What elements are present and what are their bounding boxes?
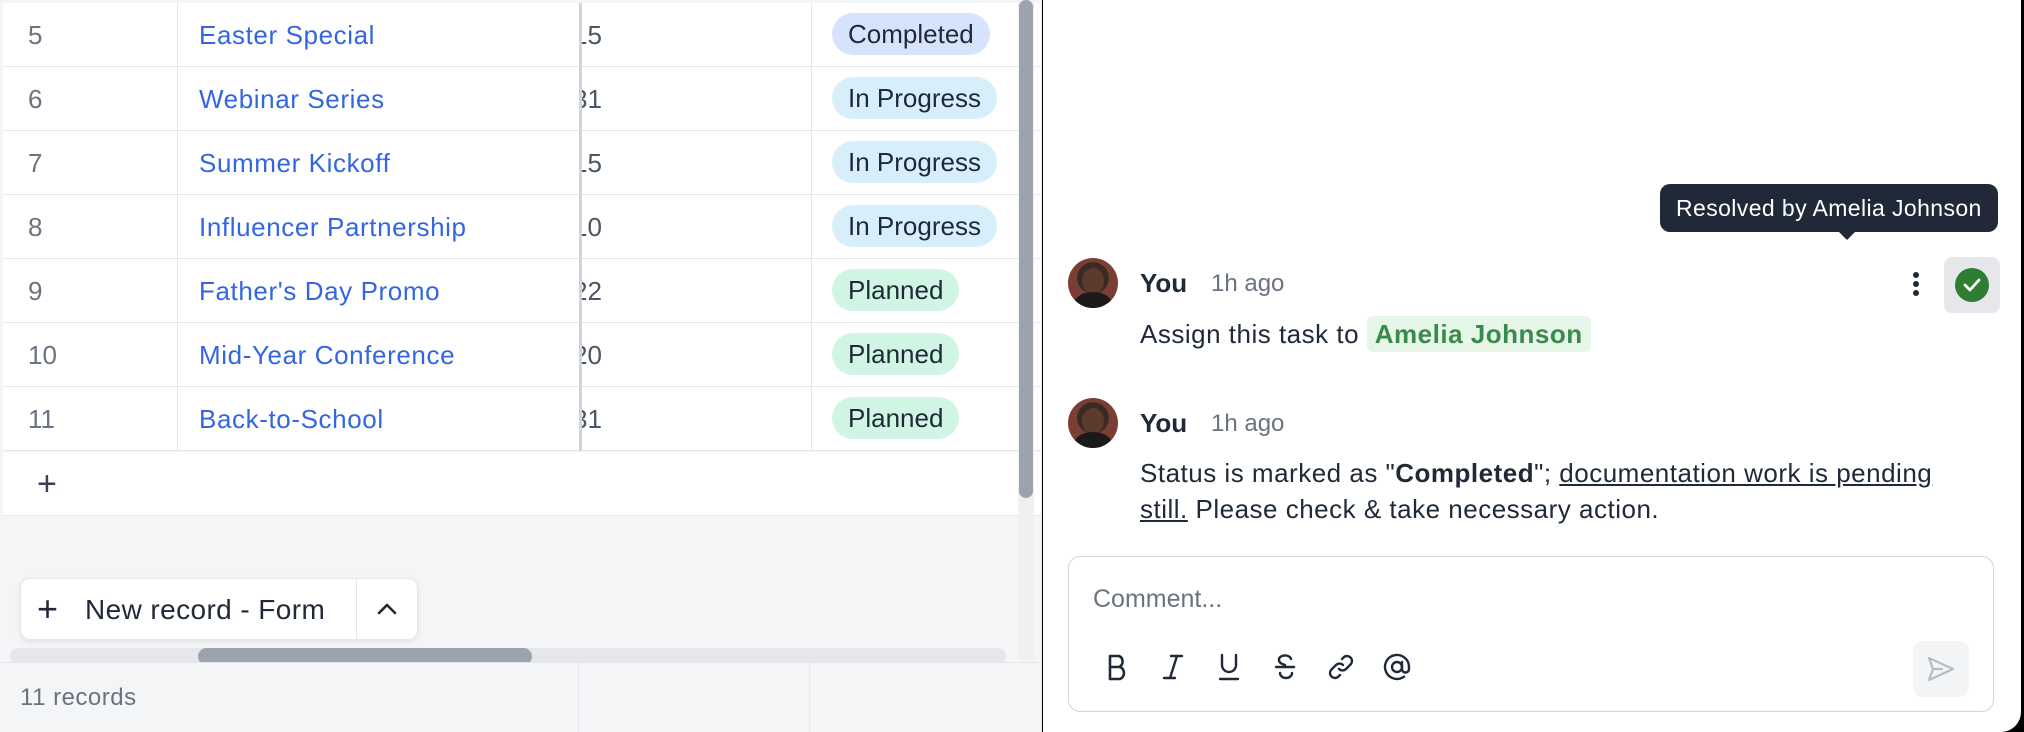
comment-text-underlined: documentation work is pending: [1559, 458, 1933, 488]
table-row[interactable]: 5Easter Special15 Completed: [3, 3, 1041, 67]
tooltip-arrow: [1838, 231, 1856, 240]
new-record-label: New record - Form: [85, 594, 326, 625]
table-row[interactable]: 8Influencer Partnership10 In Progress: [3, 195, 1041, 259]
campaign-name-link[interactable]: Summer Kickoff: [179, 131, 580, 195]
plus-icon: +: [37, 588, 59, 629]
status-cell[interactable]: Planned: [812, 259, 1041, 323]
comment-text-bold: Completed: [1395, 458, 1535, 488]
date-cell[interactable]: 20: [582, 323, 812, 387]
status-cell[interactable]: In Progress: [812, 131, 1041, 195]
date-cell-text: 20: [582, 340, 602, 370]
comment-input[interactable]: [1093, 579, 1893, 619]
comment-text: Status is marked as "Completed"; documen…: [1140, 455, 1980, 527]
date-cell-text: 31: [582, 84, 602, 114]
table-row[interactable]: 6Webinar Series31 In Progress: [3, 67, 1041, 131]
campaign-name-link[interactable]: Webinar Series: [179, 67, 580, 131]
comments-panel: Resolved by Amelia Johnson You 1h ago As…: [1043, 0, 2021, 732]
table-row[interactable]: 11Back-to-School31 Planned: [3, 387, 1041, 451]
date-cell[interactable]: 31: [582, 67, 812, 131]
grid-panel: 5Easter Special15Completed6Webinar Serie…: [0, 0, 1042, 732]
status-badge: In Progress: [832, 205, 997, 247]
comment-time: 1h ago: [1211, 410, 1285, 437]
status-cell[interactable]: Planned: [812, 387, 1041, 451]
status-cell[interactable]: Completed: [812, 3, 1041, 67]
resolved-tooltip: Resolved by Amelia Johnson: [1660, 184, 1998, 232]
at-mention-icon[interactable]: [1377, 647, 1417, 687]
status-badge: Planned: [832, 333, 960, 375]
resolve-button[interactable]: [1944, 257, 2000, 313]
comment-text: Assign this task to Amelia Johnson: [1140, 316, 1591, 352]
vertical-scrollbar-thumb[interactable]: [1019, 0, 1033, 498]
date-cell-text: 31: [582, 404, 602, 434]
comment-text-prefix: Assign this task to: [1140, 319, 1360, 349]
date-cell[interactable]: 31: [582, 387, 812, 451]
strikethrough-icon[interactable]: [1265, 647, 1305, 687]
status-cell[interactable]: In Progress: [812, 195, 1041, 259]
italic-icon[interactable]: [1153, 647, 1193, 687]
comment-text-part: Please check & take necessary action.: [1187, 494, 1660, 524]
date-cell[interactable]: 22: [582, 259, 812, 323]
date-cell-text: 15: [582, 148, 602, 178]
status-badge: Planned: [832, 269, 960, 311]
bold-icon[interactable]: [1097, 647, 1137, 687]
campaign-name-link[interactable]: Influencer Partnership: [179, 195, 580, 259]
row-index-cell: 11: [3, 387, 178, 451]
comment-composer: [1068, 556, 1994, 712]
campaign-name-link[interactable]: Father's Day Promo: [179, 259, 580, 323]
date-cell[interactable]: 15: [582, 131, 812, 195]
comment-text-underlined: still.: [1140, 494, 1188, 524]
date-cell-text: 10: [582, 212, 602, 242]
comment-text-part: ";: [1534, 458, 1560, 488]
status-cell[interactable]: In Progress: [812, 67, 1041, 131]
campaign-name-link[interactable]: Mid-Year Conference: [179, 323, 580, 387]
status-cell[interactable]: Planned: [812, 323, 1041, 387]
table-row[interactable]: 7Summer Kickoff15 In Progress: [3, 131, 1041, 195]
table-row[interactable]: 10Mid-Year Conference20 Planned: [3, 323, 1041, 387]
table-row[interactable]: 9Father's Day Promo22 Planned: [3, 259, 1041, 323]
chevron-up-icon[interactable]: [357, 579, 417, 639]
row-index-cell: 10: [3, 323, 178, 387]
check-circle-icon: [1955, 268, 1989, 302]
avatar: [1068, 258, 1118, 308]
status-badge: Planned: [832, 397, 960, 439]
status-badge: Completed: [832, 13, 990, 55]
row-index-cell: 7: [3, 131, 178, 195]
plus-icon: +: [37, 465, 57, 503]
campaign-name-link[interactable]: Back-to-School: [179, 387, 580, 451]
add-row-button[interactable]: +: [3, 452, 1041, 516]
date-cell[interactable]: 10: [582, 195, 812, 259]
underline-icon[interactable]: [1209, 647, 1249, 687]
comment-time: 1h ago: [1211, 270, 1285, 297]
mention-chip[interactable]: Amelia Johnson: [1366, 316, 1591, 352]
comment-author: You: [1140, 268, 1188, 298]
date-cell-text: 15: [582, 20, 602, 50]
send-button[interactable]: [1913, 641, 1969, 697]
footer-cell: 11 records: [0, 663, 579, 732]
row-index-cell: 9: [3, 259, 178, 323]
row-index-cell: 8: [3, 195, 178, 259]
date-cell[interactable]: 15: [582, 3, 812, 67]
campaign-name-link[interactable]: Easter Special: [179, 3, 580, 67]
new-record-form-button[interactable]: + New record - Form: [20, 578, 418, 640]
more-options-icon[interactable]: [1901, 262, 1931, 306]
row-index-cell: 6: [3, 67, 178, 131]
footer-cell: [579, 663, 810, 732]
date-cell-text: 22: [582, 276, 602, 306]
send-icon: [1927, 656, 1955, 682]
record-count: 11 records: [20, 684, 137, 711]
comment-author: You: [1140, 408, 1188, 438]
grid-footer: 11 records: [0, 662, 1041, 732]
status-badge: In Progress: [832, 77, 997, 119]
comment-text-part: Status is marked as ": [1140, 458, 1396, 488]
row-index-cell: 5: [3, 3, 178, 67]
status-badge: In Progress: [832, 141, 997, 183]
avatar: [1068, 398, 1118, 448]
link-icon[interactable]: [1321, 647, 1361, 687]
